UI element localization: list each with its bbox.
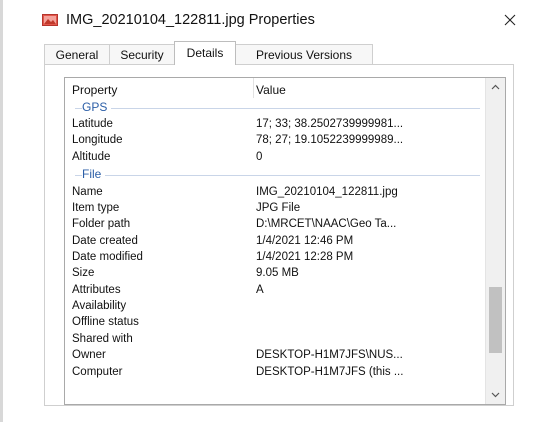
property-value: DESKTOP-H1M7JFS\NUS... bbox=[256, 349, 403, 361]
property-name: Name bbox=[72, 186, 103, 198]
property-name: Shared with bbox=[72, 333, 133, 345]
property-value: 0 bbox=[256, 151, 263, 163]
image-file-icon bbox=[42, 14, 58, 26]
tab-general[interactable]: General bbox=[44, 44, 110, 64]
property-value: DESKTOP-H1M7JFS (this ... bbox=[256, 366, 404, 378]
property-value: IMG_20210104_122811.jpg bbox=[256, 186, 398, 198]
property-name: Date modified bbox=[72, 251, 143, 263]
window-left-edge bbox=[0, 0, 3, 422]
property-name: Longitude bbox=[72, 134, 123, 146]
column-header-property[interactable]: Property bbox=[72, 83, 117, 97]
property-value: D:\MRCET\NAAC\Geo Ta... bbox=[256, 218, 397, 230]
table-row[interactable]: Shared with bbox=[65, 333, 485, 348]
scrollbar-thumb[interactable] bbox=[489, 287, 502, 353]
window-title: IMG_20210104_122811.jpg Properties bbox=[66, 12, 315, 28]
tab-previous-versions[interactable]: Previous Versions bbox=[235, 44, 373, 64]
property-name: Attributes bbox=[72, 284, 121, 296]
property-value: A bbox=[256, 284, 264, 296]
group-divider bbox=[75, 108, 480, 109]
close-button[interactable] bbox=[499, 9, 521, 31]
group-label: GPS bbox=[82, 100, 112, 114]
property-name: Owner bbox=[72, 349, 106, 361]
table-row[interactable]: Item type JPG File bbox=[65, 202, 485, 217]
property-name: Computer bbox=[72, 366, 123, 378]
group-divider bbox=[75, 175, 480, 176]
property-name: Latitude bbox=[72, 118, 113, 130]
tab-security[interactable]: Security bbox=[109, 44, 175, 64]
property-value: 17; 33; 38.2502739999981... bbox=[256, 118, 404, 130]
group-header-gps: GPS bbox=[65, 99, 485, 117]
table-row[interactable]: Name IMG_20210104_122811.jpg bbox=[65, 186, 485, 201]
property-name: Item type bbox=[72, 202, 120, 214]
property-name: Date created bbox=[72, 235, 138, 247]
table-row[interactable]: Date modified 1/4/2021 12:28 PM bbox=[65, 251, 485, 266]
table-row[interactable]: Attributes A bbox=[65, 284, 485, 299]
title-bar: IMG_20210104_122811.jpg Properties bbox=[22, 6, 527, 36]
property-name: Offline status bbox=[72, 316, 139, 328]
details-list[interactable]: Property Value GPS Latitude 17; 33; 38.2… bbox=[64, 77, 506, 405]
scroll-down-button[interactable] bbox=[486, 386, 505, 404]
close-icon bbox=[504, 14, 516, 26]
group-header-file: File bbox=[65, 166, 485, 184]
group-label: File bbox=[82, 167, 106, 181]
property-value: 1/4/2021 12:46 PM bbox=[256, 235, 354, 247]
property-value: JPG File bbox=[256, 202, 301, 214]
table-row[interactable]: Latitude 17; 33; 38.2502739999981... bbox=[65, 118, 485, 133]
table-row[interactable]: Date created 1/4/2021 12:46 PM bbox=[65, 235, 485, 250]
tab-details[interactable]: Details bbox=[174, 41, 236, 65]
property-name: Folder path bbox=[72, 218, 131, 230]
property-name: Size bbox=[72, 267, 95, 279]
table-row[interactable]: Altitude 0 bbox=[65, 151, 485, 166]
table-row[interactable]: Size 9.05 MB bbox=[65, 267, 485, 282]
scroll-up-button[interactable] bbox=[486, 78, 505, 96]
vertical-scrollbar[interactable] bbox=[485, 78, 505, 404]
property-value: 78; 27; 19.1052239999989... bbox=[256, 134, 404, 146]
column-separator[interactable] bbox=[253, 78, 254, 98]
table-row[interactable]: Folder path D:\MRCET\NAAC\Geo Ta... bbox=[65, 218, 485, 233]
property-value: 9.05 MB bbox=[256, 267, 299, 279]
table-row[interactable]: Owner DESKTOP-H1M7JFS\NUS... bbox=[65, 349, 485, 364]
chevron-up-icon bbox=[491, 84, 500, 90]
table-row[interactable]: Offline status bbox=[65, 316, 485, 331]
column-header: Property Value bbox=[65, 78, 485, 100]
chevron-down-icon bbox=[491, 392, 500, 398]
property-value: 1/4/2021 12:28 PM bbox=[256, 251, 354, 263]
table-row[interactable]: Longitude 78; 27; 19.1052239999989... bbox=[65, 134, 485, 149]
column-header-value[interactable]: Value bbox=[256, 83, 286, 97]
property-name: Altitude bbox=[72, 151, 111, 163]
table-row[interactable]: Computer DESKTOP-H1M7JFS (this ... bbox=[65, 366, 485, 381]
table-row[interactable]: Availability bbox=[65, 300, 485, 315]
details-panel: Property Value GPS Latitude 17; 33; 38.2… bbox=[44, 64, 514, 406]
property-name: Availability bbox=[72, 300, 127, 312]
